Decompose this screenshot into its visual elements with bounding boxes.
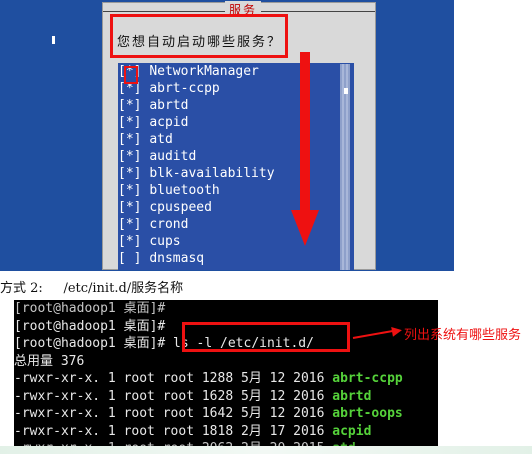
- file-user: root: [123, 423, 155, 439]
- method-caption: 方式 2: /etc/init.d/服务名称: [0, 281, 184, 296]
- file-day: 12: [269, 371, 286, 386]
- service-checkbox[interactable]: [*]: [118, 166, 141, 181]
- annotation-note: 列出系统有哪些服务: [404, 328, 522, 343]
- file-name: abrtd: [332, 388, 372, 404]
- file-name: abrt-oops: [332, 406, 403, 421]
- service-row[interactable]: [*] abrtd: [118, 97, 354, 114]
- service-checkbox[interactable]: [*]: [118, 149, 141, 164]
- file-year: 2016: [293, 406, 325, 421]
- file-size: 1818: [201, 423, 234, 439]
- file-links: 1: [107, 406, 116, 421]
- file-links: 1: [107, 423, 116, 439]
- service-name: abrt-ccpp: [149, 81, 220, 96]
- file-perm: -rwxr-xr-x.: [14, 371, 101, 386]
- service-name: atd: [149, 132, 173, 147]
- service-checkbox[interactable]: [*]: [118, 183, 141, 198]
- question-highlight-box: [110, 14, 288, 58]
- service-checkbox[interactable]: [*]: [118, 132, 141, 147]
- file-year: 2016: [293, 371, 325, 386]
- scrollbar-thumb[interactable]: [344, 88, 348, 94]
- text-cursor-icon: [52, 36, 55, 44]
- terminal-prompt: 总用量 376: [14, 353, 85, 369]
- file-listing-row: -rwxr-xr-x. 1 root root 1628 5月 12 2016 …: [14, 388, 438, 406]
- service-name: bluetooth: [149, 183, 220, 198]
- service-checkbox[interactable]: [*]: [118, 217, 141, 232]
- service-checkbox[interactable]: [*]: [118, 234, 141, 249]
- file-user: root: [123, 371, 155, 386]
- page-decoration: [0, 446, 532, 454]
- checkbox-highlight-box: [124, 66, 138, 84]
- service-checkbox[interactable]: [*]: [118, 115, 141, 130]
- service-checkbox[interactable]: [*]: [118, 200, 141, 215]
- file-size: 1628: [201, 388, 234, 404]
- service-name: abrtd: [149, 98, 189, 113]
- file-group: root: [162, 423, 195, 439]
- service-name: crond: [149, 217, 189, 232]
- service-row[interactable]: [*] bluetooth: [118, 182, 354, 199]
- terminal-prompt: [root@hadoop1 桌面]#: [14, 301, 166, 316]
- service-row[interactable]: [*] blk-availability: [118, 165, 354, 182]
- list-scrollbar[interactable]: [340, 64, 350, 270]
- file-group: root: [162, 371, 195, 386]
- command-highlight-box: [182, 322, 350, 352]
- file-day: 12: [269, 388, 286, 404]
- service-name: auditd: [149, 149, 197, 164]
- service-name: cpuspeed: [149, 200, 212, 215]
- file-group: root: [162, 406, 195, 421]
- file-perm: -rwxr-xr-x.: [14, 423, 101, 439]
- file-perm: -rwxr-xr-x.: [14, 406, 101, 421]
- file-perm: -rwxr-xr-x.: [14, 388, 101, 404]
- terminal-line: [root@hadoop1 桌面]#: [14, 300, 438, 318]
- file-day: 12: [269, 406, 286, 421]
- file-month: 2月: [241, 423, 262, 439]
- file-month: 5月: [241, 406, 262, 421]
- terminal-prompt: [root@hadoop1 桌面]#: [14, 336, 166, 351]
- service-checkbox[interactable]: [*]: [118, 98, 141, 113]
- down-arrow-head-icon: [291, 210, 319, 246]
- file-size: 1642: [201, 406, 234, 421]
- service-name: blk-availability: [149, 166, 275, 181]
- file-month: 5月: [241, 388, 262, 404]
- service-row[interactable]: [ ] dnsmasq: [118, 250, 354, 267]
- file-size: 1288: [201, 371, 234, 386]
- down-arrow-icon: [300, 52, 310, 212]
- file-listing-row: -rwxr-xr-x. 1 root root 1288 5月 12 2016 …: [14, 370, 438, 388]
- file-year: 2016: [293, 423, 325, 439]
- file-links: 1: [107, 388, 116, 404]
- file-user: root: [123, 388, 155, 404]
- service-row[interactable]: [*] acpid: [118, 114, 354, 131]
- file-listing-row: -rwxr-xr-x. 1 root root 1642 5月 12 2016 …: [14, 405, 438, 423]
- service-checkbox[interactable]: [ ]: [118, 251, 141, 266]
- file-name: acpid: [332, 423, 372, 439]
- service-row[interactable]: [*] auditd: [118, 148, 354, 165]
- service-name: NetworkManager: [149, 64, 259, 79]
- file-listing-row: -rwxr-xr-x. 1 root root 1818 2月 17 2016 …: [14, 423, 438, 441]
- service-dialog-screen: 服务 您想自动启动哪些服务？ [*] NetworkManager [*] abr…: [0, 0, 454, 271]
- annotation-arrow-icon: [391, 325, 403, 337]
- file-month: 5月: [241, 371, 262, 386]
- file-group: root: [162, 388, 195, 404]
- file-user: root: [123, 406, 155, 421]
- service-name: dnsmasq: [149, 251, 205, 266]
- file-year: 2016: [293, 388, 325, 404]
- terminal-line: 总用量 376: [14, 353, 438, 371]
- service-row[interactable]: [*] NetworkManager: [118, 63, 354, 80]
- service-row[interactable]: [*] atd: [118, 131, 354, 148]
- terminal-prompt: [root@hadoop1 桌面]#: [14, 318, 166, 334]
- file-name: abrt-ccpp: [332, 371, 403, 386]
- file-day: 17: [269, 423, 286, 439]
- service-name: acpid: [149, 115, 189, 130]
- file-links: 1: [107, 371, 116, 386]
- service-row[interactable]: [*] abrt-ccpp: [118, 80, 354, 97]
- service-name: cups: [149, 234, 181, 249]
